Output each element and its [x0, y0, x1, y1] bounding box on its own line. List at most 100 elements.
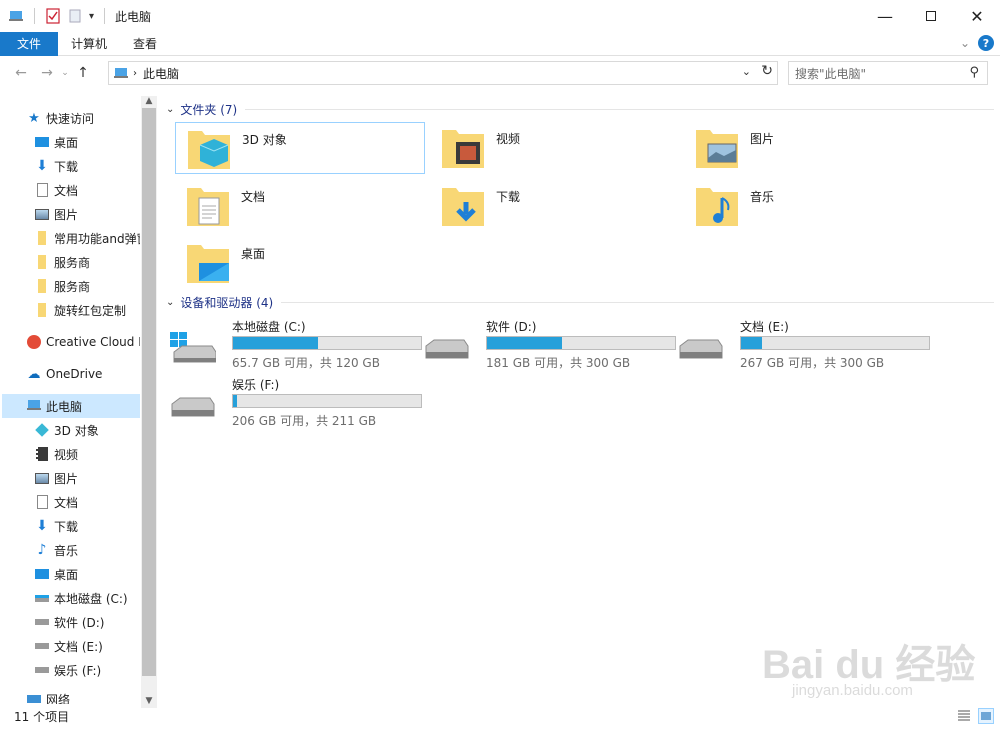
folder-tile-desktop[interactable]: 桌面	[175, 237, 425, 289]
collapse-chevron-icon[interactable]: ⌄	[166, 297, 174, 308]
nav-label: 此电脑	[46, 399, 83, 414]
nav-pc-downloads[interactable]: ⬇ 下载	[34, 514, 78, 538]
folder-tile-3d-objects[interactable]: 3D 对象	[175, 122, 425, 174]
nav-quick-downloads[interactable]: ⬇ 下载 📌	[34, 154, 140, 178]
nav-quick-folder-2[interactable]: 服务商	[34, 250, 90, 274]
folder-label: 桌面	[241, 247, 266, 261]
tab-view[interactable]: 查看	[120, 32, 170, 56]
this-pc-icon	[26, 398, 42, 414]
large-icons-view-icon[interactable]	[978, 708, 994, 724]
drive-usage-bar	[486, 336, 676, 350]
drive-tile-d[interactable]: 软件 (D:) 181 GB 可用，共 300 GB	[416, 318, 676, 374]
nav-network[interactable]: 网络	[26, 689, 70, 704]
nav-quick-folder-1[interactable]: 常用功能and弹窗	[34, 226, 140, 250]
folder-tile-documents[interactable]: 文档	[175, 180, 425, 232]
collapse-chevron-icon[interactable]: ⌄	[166, 104, 174, 115]
picture-icon	[34, 206, 50, 222]
forward-arrow-icon[interactable]: →	[36, 65, 58, 81]
up-arrow-icon[interactable]: ↑	[72, 65, 94, 81]
download-icon: ⬇	[36, 158, 48, 174]
refresh-icon[interactable]: ↻	[761, 63, 773, 79]
nav-pc-drive-c[interactable]: 本地磁盘 (C:)	[34, 586, 128, 610]
drive-icon	[34, 638, 50, 654]
nav-pc-music[interactable]: ♪ 音乐	[34, 538, 78, 562]
back-arrow-icon[interactable]: ←	[10, 65, 32, 81]
cloud-icon: ☁	[27, 366, 41, 382]
help-icon[interactable]: ?	[978, 35, 994, 51]
folder-tile-music[interactable]: 音乐	[684, 180, 934, 232]
nav-pc-drive-e[interactable]: 文档 (E:)	[34, 634, 103, 658]
breadcrumb-this-pc[interactable]: 此电脑	[143, 65, 179, 82]
nav-pc-drive-f[interactable]: 娱乐 (F:)	[34, 658, 101, 682]
nav-quick-desktop[interactable]: 桌面 📌	[34, 130, 140, 154]
properties-icon[interactable]	[45, 8, 61, 24]
folder-tile-downloads[interactable]: 下载	[430, 180, 680, 232]
drive-free-space: 206 GB 可用，共 211 GB	[232, 414, 377, 428]
download-icon: ⬇	[36, 518, 48, 534]
drive-tile-c[interactable]: 本地磁盘 (C:) 65.7 GB 可用，共 120 GB	[162, 318, 422, 374]
video-icon	[34, 446, 50, 462]
nav-label: OneDrive	[46, 367, 103, 381]
picture-folder-icon	[696, 130, 738, 168]
nav-quick-folder-4[interactable]: 旋转红包定制	[34, 298, 126, 322]
nav-quick-access[interactable]: ★ 快速访问	[26, 106, 94, 130]
expand-ribbon-icon[interactable]: ⌄	[960, 36, 970, 50]
recent-locations-icon[interactable]: ⌄	[58, 68, 72, 78]
tab-computer[interactable]: 计算机	[58, 32, 120, 56]
drive-name: 本地磁盘 (C:)	[232, 320, 306, 334]
nav-pc-pictures[interactable]: 图片	[34, 466, 78, 490]
search-icon[interactable]: ⚲	[969, 65, 979, 80]
nav-label: 文档	[54, 495, 79, 510]
document-icon	[34, 182, 50, 198]
scroll-thumb[interactable]	[142, 108, 156, 676]
folder-label: 下载	[496, 190, 521, 204]
nav-pc-video[interactable]: 视频	[34, 442, 78, 466]
folder-tile-video[interactable]: 视频	[430, 122, 680, 174]
drive-tile-e[interactable]: 文档 (E:) 267 GB 可用，共 300 GB	[670, 318, 930, 374]
nav-creative-cloud[interactable]: Creative Cloud Files	[26, 330, 140, 354]
nav-label: 3D 对象	[54, 423, 99, 438]
search-input[interactable]: 搜索"此电脑" ⚲	[788, 61, 988, 85]
this-pc-icon[interactable]	[8, 8, 24, 24]
customize-quick-access-icon[interactable]: ▾	[89, 11, 94, 22]
address-dropdown-icon[interactable]: ⌄	[742, 65, 751, 78]
close-icon[interactable]: ✕	[954, 0, 1000, 32]
tab-file[interactable]: 文件	[0, 31, 58, 56]
nav-quick-pictures[interactable]: 图片 📌	[34, 202, 140, 226]
navigation-pane: ★ 快速访问 桌面 📌 ⬇ 下载 📌 文档 📌 图片 📌 常用功能and弹窗 服…	[0, 96, 158, 704]
details-view-icon[interactable]	[956, 708, 972, 724]
scroll-up-icon[interactable]: ▲	[141, 96, 157, 108]
nav-pc-documents[interactable]: 文档	[34, 490, 78, 514]
nav-label: 图片	[54, 207, 79, 222]
folder-icon	[34, 302, 50, 318]
nav-pc-3d-objects[interactable]: 3D 对象	[34, 418, 99, 442]
nav-onedrive[interactable]: ☁ OneDrive	[26, 362, 103, 386]
folder-icon	[34, 230, 50, 246]
nav-scrollbar[interactable]: ▲ ▼	[141, 96, 157, 708]
status-bar: 11 个项目	[0, 704, 1000, 729]
nav-this-pc[interactable]: 此电脑	[2, 394, 140, 418]
3d-objects-folder-icon	[188, 131, 230, 169]
address-bar[interactable]: › 此电脑 ⌄ ↻	[108, 61, 778, 85]
nav-pc-drive-d[interactable]: 软件 (D:)	[34, 610, 104, 634]
minimize-icon[interactable]: —	[862, 0, 908, 32]
drives-group-header[interactable]: ⌄ 设备和驱动器 (4)	[166, 294, 994, 311]
drive-name: 软件 (D:)	[486, 320, 537, 334]
breadcrumb-separator-icon[interactable]: ›	[133, 68, 137, 79]
network-icon	[26, 691, 42, 704]
drive-tile-f[interactable]: 娱乐 (F:) 206 GB 可用，共 211 GB	[162, 376, 422, 432]
new-folder-icon[interactable]	[67, 8, 83, 24]
video-folder-icon	[442, 130, 484, 168]
drives-group-title: 设备和驱动器 (4)	[180, 296, 274, 310]
nav-pc-desktop[interactable]: 桌面	[34, 562, 78, 586]
nav-label: 常用功能and弹窗	[54, 231, 140, 246]
maximize-icon[interactable]	[908, 0, 954, 32]
nav-quick-folder-3[interactable]: 服务商	[34, 274, 90, 298]
document-folder-icon	[187, 188, 229, 226]
nav-label: 桌面	[54, 567, 79, 582]
nav-quick-documents[interactable]: 文档 📌	[34, 178, 140, 202]
drive-c-icon	[170, 332, 216, 363]
content-pane: ⌄ 文件夹 (7) 3D 对象 视频 图片 文档 下载 音乐 桌面 ⌄ 设备和驱…	[160, 96, 998, 704]
folders-group-header[interactable]: ⌄ 文件夹 (7)	[166, 101, 994, 118]
folder-tile-pictures[interactable]: 图片	[684, 122, 934, 174]
